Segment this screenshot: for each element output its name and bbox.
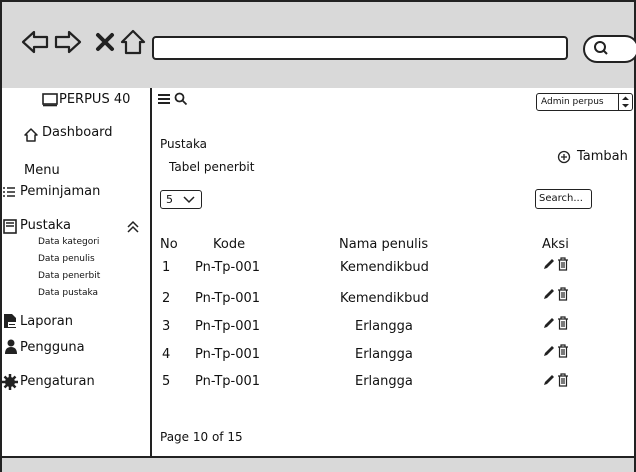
breadcrumb: Pustaka [160, 137, 208, 151]
menu-toggle[interactable] [158, 93, 170, 105]
add-button[interactable]: Tambah [557, 148, 635, 166]
table-header-aksi: Aksi [542, 237, 569, 252]
add-circle-icon [557, 150, 571, 164]
trash-icon[interactable] [557, 344, 569, 358]
sidebar-subitem-data-penerbit[interactable]: Data penerbit [38, 271, 100, 282]
user-icon [5, 339, 17, 354]
sidebar-item-peminjaman[interactable]: Peminjaman [20, 184, 100, 200]
edit-pencil-icon[interactable] [542, 287, 556, 301]
search-input[interactable]: Search... [535, 189, 592, 209]
table-header-no: No [160, 237, 178, 252]
main-content: Admin perpus Pustaka Tabel penerbit Tamb… [152, 88, 634, 456]
address-bar[interactable] [152, 36, 568, 60]
cell-nama: Kemendikbud [340, 260, 429, 275]
cell-nama: Erlangga [355, 374, 413, 389]
cell-kode: Pn-Tp-001 [195, 319, 261, 334]
table-title: Tabel penerbit [169, 160, 255, 174]
cell-no: 5 [162, 374, 171, 389]
forward-arrow-icon[interactable] [53, 27, 83, 57]
cell-no: 2 [162, 291, 171, 306]
cell-no: 3 [162, 319, 171, 334]
sidebar-item-pustaka[interactable]: Pustaka [20, 218, 71, 234]
browser-search-box[interactable] [583, 35, 636, 63]
cell-no: 4 [162, 347, 171, 362]
pdf-icon [4, 314, 16, 328]
cell-kode: Pn-Tp-001 [195, 260, 261, 275]
list-icon [3, 187, 15, 197]
trash-icon[interactable] [557, 287, 569, 301]
user-select-value: Admin perpus [541, 97, 604, 107]
chevron-up-icon[interactable] [126, 220, 140, 234]
browser-toolbar [2, 2, 636, 90]
hamburger-icon [158, 94, 170, 96]
home-icon [24, 128, 38, 142]
sidebar-item-pengguna[interactable]: Pengguna [20, 340, 85, 356]
trash-icon[interactable] [557, 373, 569, 387]
search-icon [594, 41, 608, 55]
menu-heading: Menu [24, 163, 60, 178]
sidebar-item-laporan[interactable]: Laporan [20, 314, 73, 330]
user-select[interactable]: Admin perpus [536, 93, 633, 111]
back-arrow-icon[interactable] [20, 27, 50, 57]
cell-kode: Pn-Tp-001 [195, 291, 261, 306]
cell-kode: Pn-Tp-001 [195, 374, 261, 389]
trash-icon[interactable] [557, 316, 569, 330]
monitor-icon [42, 93, 58, 107]
app-title: PERPUS 40 [59, 92, 131, 107]
chevron-down-icon [183, 196, 195, 204]
cell-nama: Erlangga [355, 319, 413, 334]
sidebar-item-pengaturan[interactable]: Pengaturan [20, 374, 95, 390]
edit-pencil-icon[interactable] [542, 316, 556, 330]
browser-window: PERPUS 40 Dashboard Menu Peminjaman Pust… [0, 0, 636, 472]
sidebar-subitem-data-penulis[interactable]: Data penulis [38, 254, 95, 265]
search-placeholder: Search... [539, 193, 583, 204]
edit-pencil-icon[interactable] [542, 344, 556, 358]
table-header-nama: Nama penulis [339, 237, 429, 252]
pagination[interactable]: Page 10 of 15 [160, 429, 243, 445]
edit-pencil-icon[interactable] [542, 373, 556, 387]
edit-pencil-icon[interactable] [542, 257, 556, 271]
page-size-value: 5 [166, 193, 173, 206]
sidebar-subitem-data-pustaka[interactable]: Data pustaka [38, 288, 98, 299]
cell-kode: Pn-Tp-001 [195, 347, 261, 362]
table-header-kode: Kode [213, 237, 246, 252]
add-button-label: Tambah [577, 149, 628, 164]
trash-icon[interactable] [557, 257, 569, 271]
status-bar [2, 456, 634, 472]
cell-nama: Kemendikbud [340, 291, 429, 306]
close-icon[interactable] [90, 27, 120, 57]
book-icon [3, 219, 17, 234]
search-icon[interactable] [174, 92, 188, 106]
sidebar-item-dashboard[interactable]: Dashboard [42, 125, 113, 141]
gear-icon [2, 374, 18, 390]
sidebar: PERPUS 40 Dashboard Menu Peminjaman Pust… [2, 88, 152, 456]
cell-no: 1 [162, 260, 171, 275]
sidebar-subitem-data-kategori[interactable]: Data kategori [38, 237, 99, 248]
cell-nama: Erlangga [355, 347, 413, 362]
page-size-select[interactable]: 5 [160, 190, 202, 209]
home-icon[interactable] [118, 27, 148, 57]
spinner-icon [618, 94, 632, 110]
